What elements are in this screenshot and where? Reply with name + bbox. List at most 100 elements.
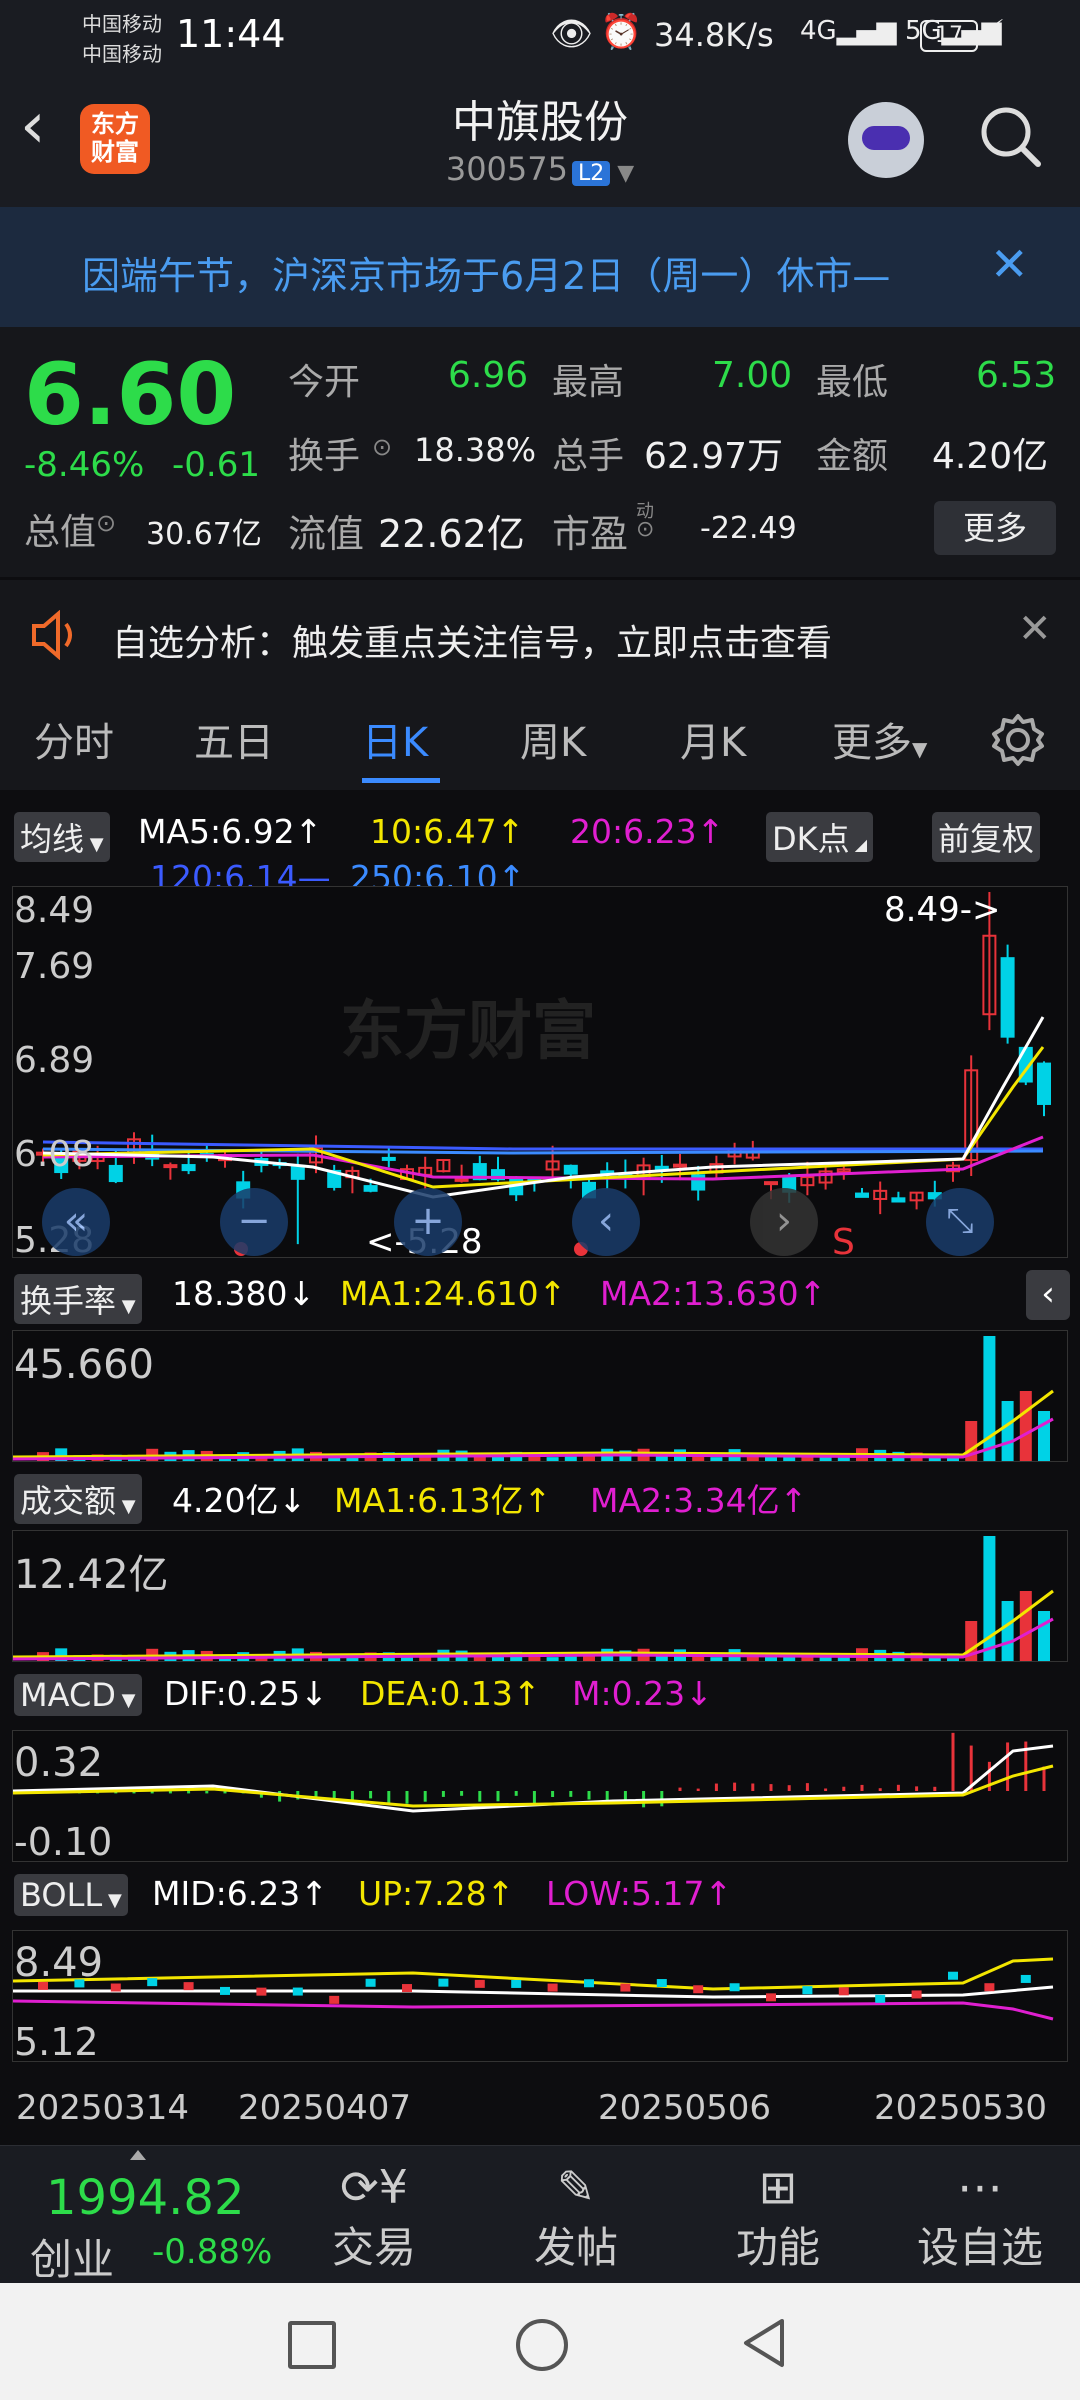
turnover-bar xyxy=(1019,1391,1032,1461)
candle-body xyxy=(563,1164,578,1175)
boll-candle xyxy=(402,1984,412,1993)
total-value-label: 总值 xyxy=(24,512,97,553)
boll-candle xyxy=(329,1995,340,2004)
amount-y-top: 12.42亿 xyxy=(14,1552,169,1598)
tab-five-day[interactable]: 五日 xyxy=(194,710,274,768)
more-dots-icon: ⋯ xyxy=(957,2160,1003,2214)
step-left-icon[interactable]: ‹ xyxy=(572,1188,640,1256)
post-label: 发帖 xyxy=(533,2223,618,2272)
bottom-toolbar: 1994.82 创业 -0.88% ⟳¥ 交易 ✎ 发帖 ⊞ 功能 ⋯ 设自选 xyxy=(0,2145,1080,2284)
boll-candle xyxy=(511,1979,522,1988)
kline-chart-area[interactable]: 均线 ▼ MA5:6.92↑ 10:6.47↑ 20:6.23↑ 120:6.1… xyxy=(0,790,1080,2145)
candle-body xyxy=(454,1177,469,1182)
zoom-in-icon[interactable]: + xyxy=(394,1188,462,1256)
turnover-y-top: 45.660 xyxy=(14,1342,154,1388)
step-right-icon[interactable]: › xyxy=(750,1188,818,1256)
boll-candle xyxy=(802,1986,813,1995)
info-icon[interactable]: ⊙ xyxy=(636,517,654,542)
stock-header: ‹ 东方财富 中旗股份 300575 L2 ▼ xyxy=(0,72,1080,207)
turnover-dropdown[interactable]: 换手率 ▼ xyxy=(14,1274,142,1324)
ma20-label: 20:6.23↑ xyxy=(570,812,725,851)
boll-dropdown[interactable]: BOLL ▼ xyxy=(14,1874,128,1916)
macd-dea: DEA:0.13↑ xyxy=(360,1674,541,1713)
ma10-label: 10:6.47↑ xyxy=(370,812,525,851)
ma1-line xyxy=(13,1389,1054,1459)
y-axis-top: 8.49 xyxy=(14,890,95,931)
boll-candle xyxy=(147,1978,158,1987)
corner-arrow-icon: ◢ xyxy=(849,835,868,854)
boll-panel xyxy=(12,1930,1068,2062)
dk-point-button[interactable]: DK点 ◢ xyxy=(766,812,874,862)
candle-body xyxy=(381,1156,396,1161)
tab-daily-k[interactable]: 日K xyxy=(362,710,428,768)
back-nav-icon[interactable] xyxy=(740,2317,790,2369)
holiday-notice[interactable]: 因端午节，沪深京市场于6月2日（周一）休市— ✕ xyxy=(0,207,1080,327)
trade-label: 交易 xyxy=(331,2223,416,2272)
scroll-left-fast-icon[interactable]: « xyxy=(42,1188,110,1256)
boll-low-line xyxy=(13,1999,1054,2021)
tab-intraday[interactable]: 分时 xyxy=(34,710,114,768)
add-watchlist-button[interactable]: ⋯ 设自选 xyxy=(900,2160,1060,2275)
candle-body xyxy=(673,1163,687,1168)
index-value[interactable]: 1994.82 xyxy=(46,2170,245,2226)
analysis-alert[interactable]: 自选分析：触发重点关注信号，立即点击查看 ✕ xyxy=(0,580,1080,690)
settings-gear-icon[interactable] xyxy=(990,712,1046,768)
info-icon[interactable]: ⊙ xyxy=(372,433,392,461)
tab-more[interactable]: 更多▼ xyxy=(832,710,927,768)
post-button[interactable]: ✎ 发帖 xyxy=(516,2160,636,2275)
float-label: 流值 xyxy=(288,512,365,556)
macd-m: M:0.23↓ xyxy=(572,1674,713,1713)
home-icon[interactable] xyxy=(516,2319,568,2371)
info-icon[interactable]: ⊙ xyxy=(96,509,116,537)
boll-candle xyxy=(220,1986,230,1995)
search-icon[interactable] xyxy=(978,104,1044,170)
candle-body xyxy=(1000,957,1015,1038)
tab-weekly-k[interactable]: 周K xyxy=(520,710,586,768)
x-date: 20250314 xyxy=(16,2088,190,2128)
clock: 11:44 xyxy=(176,12,286,56)
recent-apps-icon[interactable] xyxy=(288,2321,336,2369)
ma-dropdown-label: 均线 xyxy=(20,820,85,858)
amount-bar xyxy=(546,1657,559,1661)
trade-button[interactable]: ⟳¥ 交易 xyxy=(314,2160,434,2275)
turnover-bar xyxy=(801,1457,814,1461)
boll-candle xyxy=(547,1983,558,1992)
ma-dropdown[interactable]: 均线 ▼ xyxy=(14,812,110,862)
functions-button[interactable]: ⊞ 功能 xyxy=(718,2160,838,2275)
close-icon[interactable]: ✕ xyxy=(1018,606,1052,652)
amount-bar xyxy=(983,1536,996,1661)
zoom-out-icon[interactable]: − xyxy=(220,1188,288,1256)
amount-label: 金额 xyxy=(816,436,889,477)
turnover-label: 换手 xyxy=(288,436,361,477)
ma1-line xyxy=(13,1589,1054,1659)
chevron-down-icon: ▼ xyxy=(116,1496,136,1517)
chevron-down-icon: ▼ xyxy=(102,1890,122,1911)
watermark: 东方财富 xyxy=(340,995,596,1069)
candle-body xyxy=(363,1185,378,1192)
collapse-panel-icon[interactable]: ‹ xyxy=(1026,1270,1070,1320)
sell-signal: S xyxy=(832,1222,855,1263)
charging-icon: ⚡ xyxy=(984,14,1006,49)
boll-candle xyxy=(365,1978,376,1987)
amount-dropdown[interactable]: 成交额 ▼ xyxy=(14,1474,142,1524)
close-icon[interactable]: ✕ xyxy=(990,237,1029,291)
expand-arrow-icon[interactable] xyxy=(130,2150,146,2160)
more-button[interactable]: 更多 xyxy=(934,501,1056,555)
adjust-price-button[interactable]: 前复权 xyxy=(932,812,1041,862)
boll-up-line xyxy=(13,1957,1054,1991)
pe-label: 市盈 xyxy=(552,512,629,556)
battery-icon: 17 xyxy=(920,20,978,52)
turnover-panel xyxy=(12,1330,1068,1462)
robot-assistant-icon[interactable] xyxy=(848,102,924,178)
tab-monthly-k[interactable]: 月K xyxy=(680,710,746,768)
kline-panel[interactable] xyxy=(12,886,1068,1258)
turnover-value: 18.38% xyxy=(414,431,537,469)
boll-low: LOW:5.17↑ xyxy=(546,1874,733,1913)
y-axis-2: 7.69 xyxy=(14,946,95,987)
macd-y-top: 0.32 xyxy=(14,1740,104,1786)
macd-panel xyxy=(12,1730,1068,1862)
x-date: 20250530 xyxy=(874,2088,1048,2128)
macd-dropdown[interactable]: MACD ▼ xyxy=(14,1674,142,1716)
candle-body xyxy=(1037,1062,1051,1105)
fullscreen-icon[interactable]: ⤡ xyxy=(926,1188,994,1256)
